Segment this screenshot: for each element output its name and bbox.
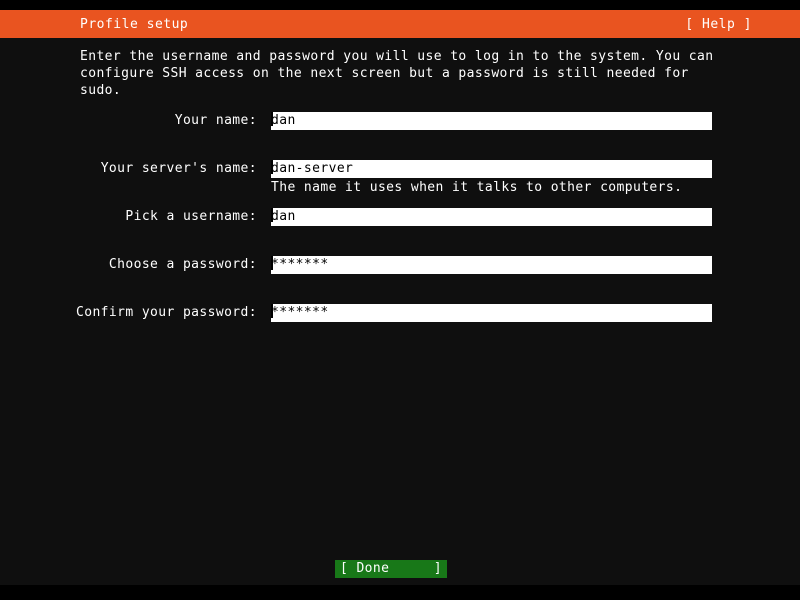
- text-input[interactable]: dan-server: [271, 160, 712, 178]
- done-button[interactable]: [ Done ]: [335, 560, 447, 578]
- intro-text: Enter the username and password you will…: [80, 49, 722, 98]
- field-value: dan-server: [271, 161, 354, 176]
- password-input[interactable]: *******: [271, 256, 712, 274]
- title-bar: Profile setup [ Help ]: [0, 10, 800, 38]
- field-hint: The name it uses when it talks to other …: [271, 180, 683, 195]
- form-field-row: Choose a password: *******: [0, 254, 800, 302]
- field-label: Choose a password:: [108, 257, 257, 272]
- letterbox-top: [0, 0, 800, 10]
- field-value: dan: [271, 113, 296, 128]
- form-field-row: Pick a username: dan: [0, 206, 800, 254]
- field-value: dan: [271, 209, 296, 224]
- field-value: *******: [271, 257, 329, 272]
- done-button-left-bracket-label: [ Done: [340, 561, 390, 576]
- field-label: Confirm your password:: [76, 305, 257, 320]
- field-label: Your name:: [174, 113, 257, 128]
- letterbox-bottom: [0, 585, 800, 600]
- form-field-row: Your name: dan: [0, 110, 800, 158]
- help-button[interactable]: [ Help ]: [685, 17, 752, 32]
- field-label: Pick a username:: [125, 209, 257, 224]
- field-value: *******: [271, 305, 329, 320]
- done-button-right-bracket: ]: [433, 561, 442, 576]
- field-label: Your server's name:: [100, 161, 257, 176]
- form-field-row: Your server's name: dan-server The name it…: [0, 158, 800, 206]
- text-input[interactable]: dan: [271, 208, 712, 226]
- password-input[interactable]: *******: [271, 304, 712, 322]
- form-field-row: Confirm your password: *******: [0, 302, 800, 350]
- profile-setup-form: Your name: dan Your server's name: dan-serv…: [0, 110, 800, 350]
- page-title: Profile setup: [80, 16, 189, 32]
- text-input[interactable]: dan: [271, 112, 712, 130]
- installer-screen: Profile setup [ Help ] Enter the usernam…: [0, 0, 800, 600]
